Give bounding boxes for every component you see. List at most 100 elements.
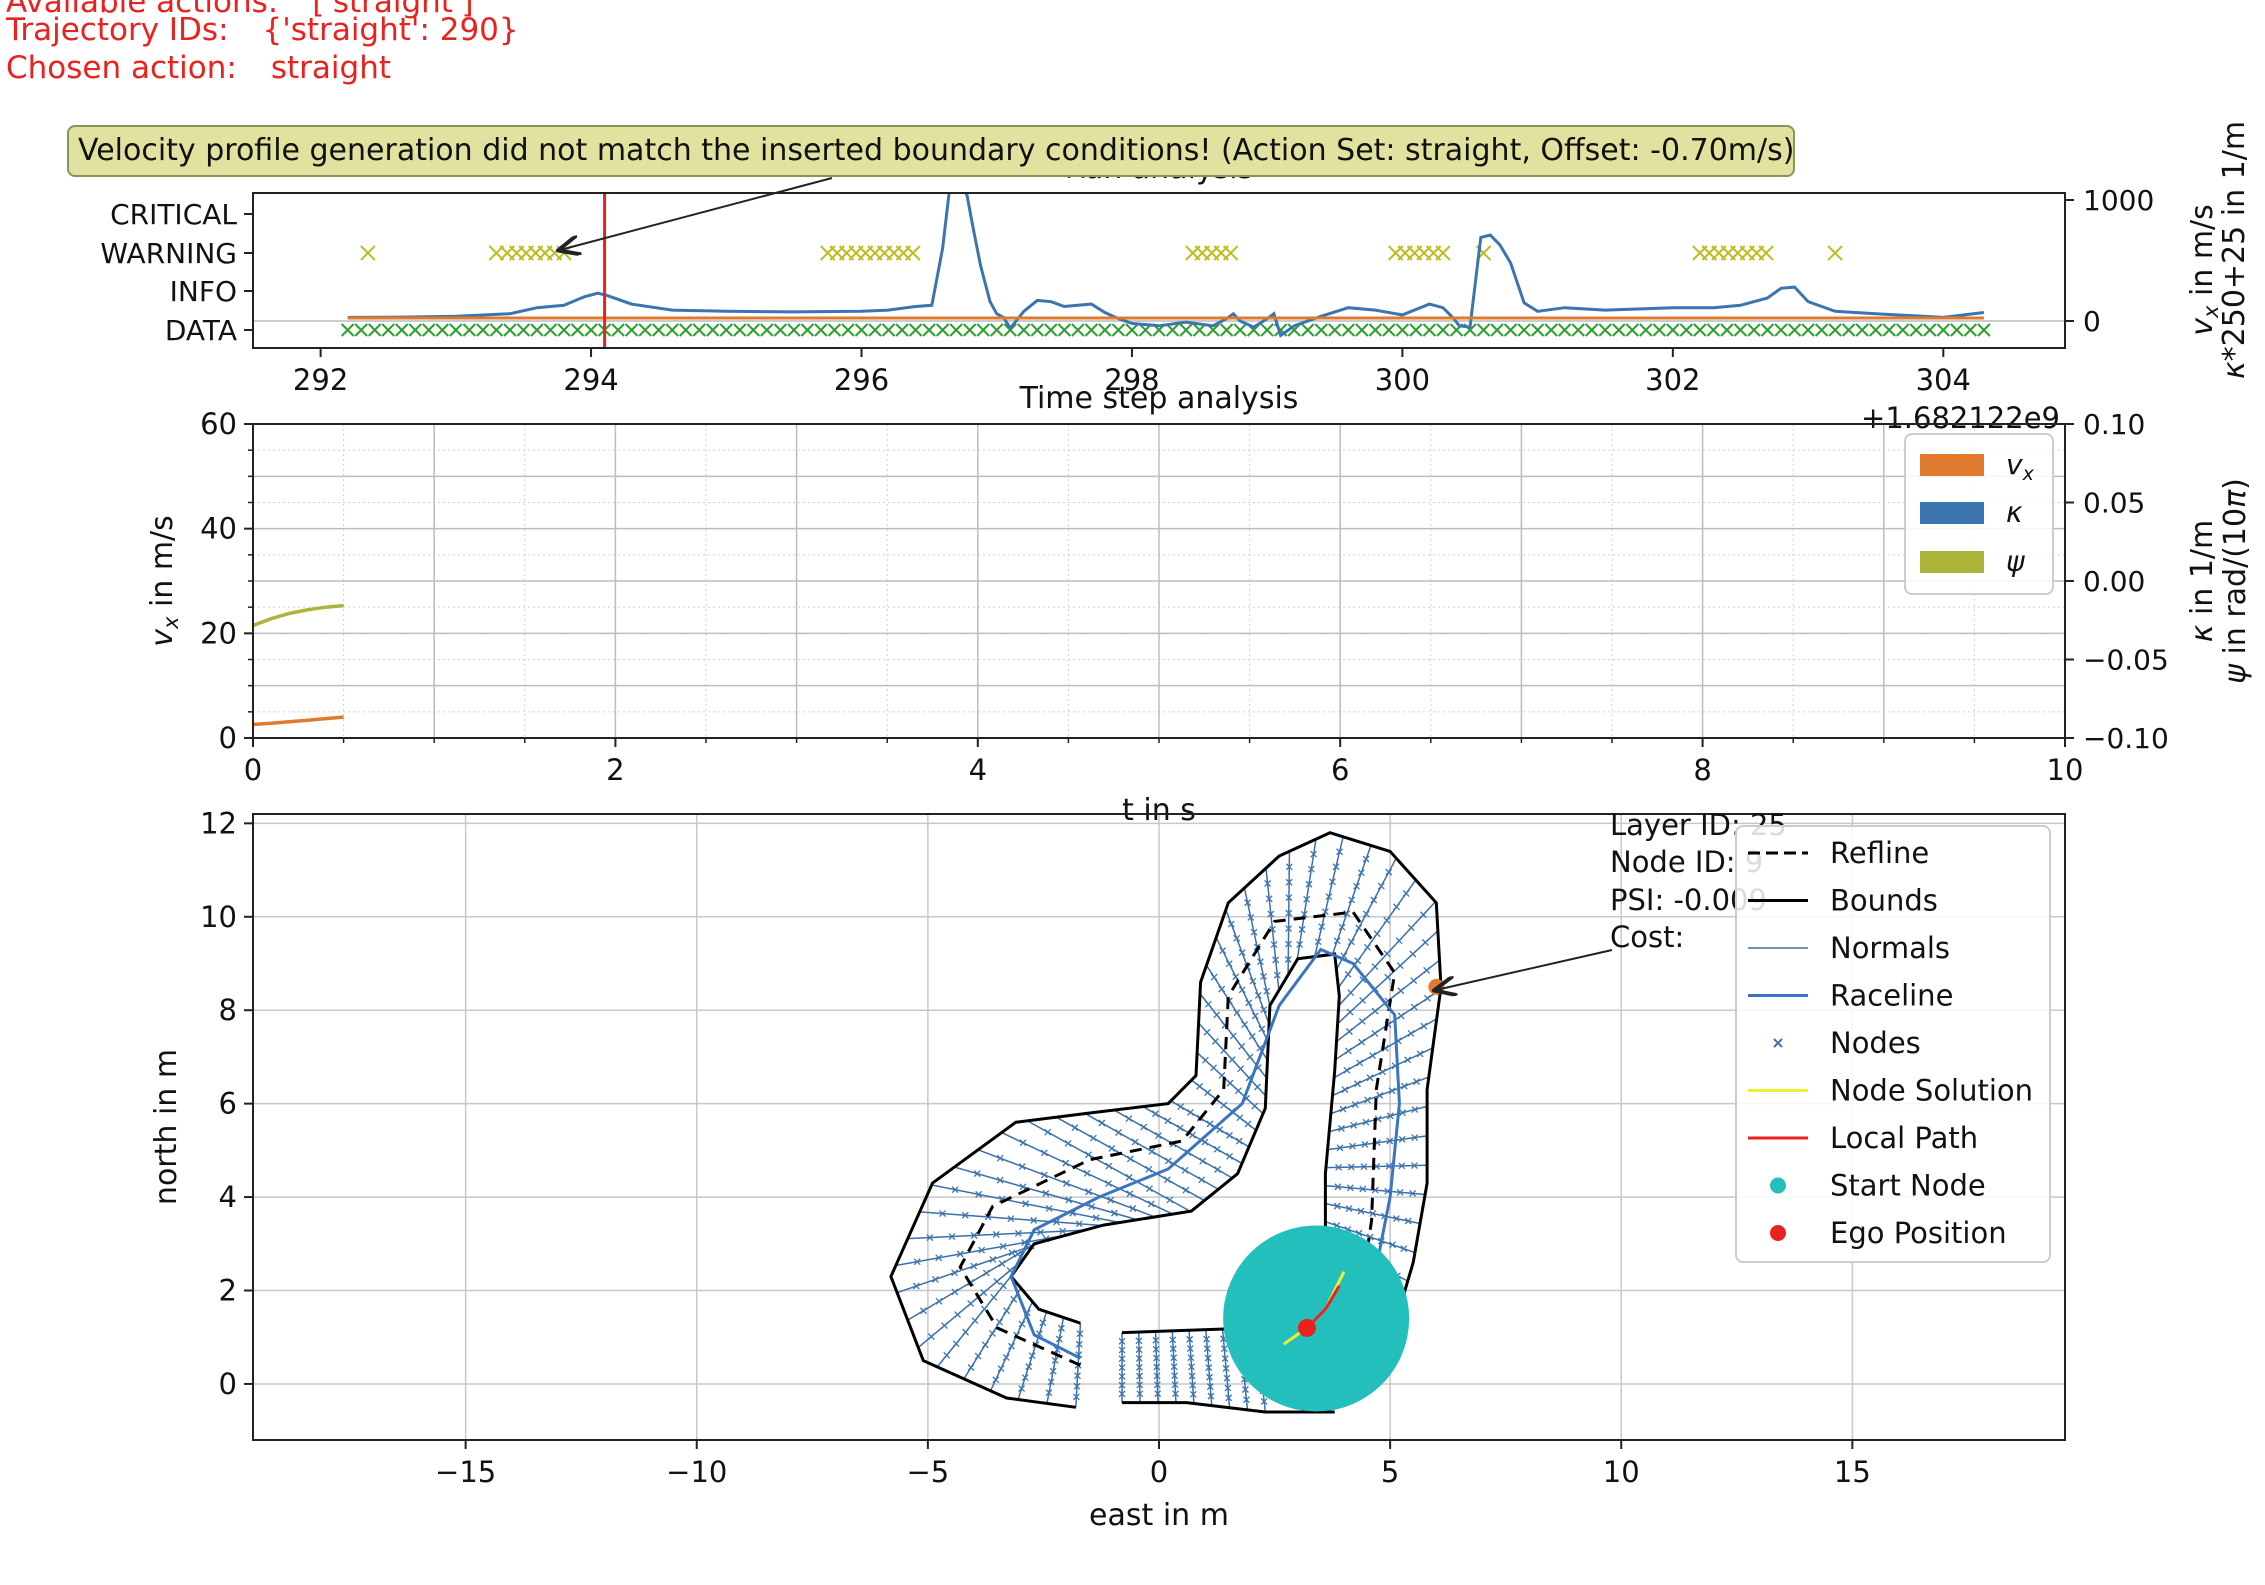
figure-canvas: DATAINFOWARNINGCRITICAL292 294 296 298 300 30… bbox=[67, 121, 2253, 1533]
data-mark bbox=[841, 323, 855, 337]
legend-node-solution-label: Node Solution bbox=[1830, 1074, 2033, 1108]
node-mark bbox=[974, 1352, 982, 1360]
data-mark bbox=[1490, 323, 1504, 337]
time-step-xtick-label: 8 bbox=[1693, 753, 1711, 787]
node-mark bbox=[1226, 1152, 1234, 1160]
track-map-xtick-label: −15 bbox=[435, 1455, 496, 1489]
run-analysis-xtick-label: 292 bbox=[293, 363, 348, 397]
node-mark bbox=[1371, 963, 1379, 971]
legend-normals-label: Normals bbox=[1830, 931, 1950, 965]
data-mark bbox=[503, 323, 517, 337]
run-analysis-xtick-label: 304 bbox=[1916, 363, 1971, 397]
data-mark bbox=[976, 323, 990, 337]
node-mark bbox=[1213, 1011, 1221, 1019]
data-mark bbox=[651, 323, 666, 337]
node-mark bbox=[1064, 1139, 1072, 1147]
data-mark bbox=[1017, 323, 1031, 337]
node-mark bbox=[1214, 1166, 1221, 1173]
node-mark bbox=[1366, 1074, 1374, 1082]
legend-label-psi: ψ bbox=[2006, 545, 2025, 578]
node-mark bbox=[993, 1278, 1001, 1285]
data-mark bbox=[395, 323, 409, 337]
run-analysis-ytick-label: WARNING bbox=[100, 237, 237, 270]
data-mark bbox=[962, 323, 977, 337]
data-mark bbox=[381, 323, 395, 337]
track-map-ytick-label: 4 bbox=[219, 1180, 237, 1214]
data-mark bbox=[1963, 323, 1978, 337]
node-mark bbox=[982, 1269, 990, 1277]
node-mark bbox=[967, 1300, 975, 1307]
node-mark bbox=[1115, 1129, 1122, 1136]
node-mark bbox=[919, 1307, 927, 1315]
data-mark bbox=[1517, 323, 1531, 337]
time-step-series-psi bbox=[253, 603, 344, 628]
legend-local-path-label: Local Path bbox=[1830, 1121, 1978, 1155]
node-mark bbox=[1236, 1114, 1244, 1122]
data-mark bbox=[449, 323, 463, 337]
track-map-ytick-label: 8 bbox=[219, 993, 237, 1027]
node-mark bbox=[1363, 943, 1371, 951]
node-mark bbox=[1218, 985, 1226, 993]
node-mark bbox=[1204, 1000, 1212, 1008]
time-step-right-tick-label: −0.05 bbox=[2083, 644, 2169, 677]
track-map-xtick-label: −10 bbox=[666, 1455, 727, 1489]
node-mark bbox=[1176, 1124, 1184, 1132]
data-mark bbox=[1950, 323, 1964, 337]
node-mark bbox=[1166, 1196, 1174, 1204]
warning-mark bbox=[1827, 245, 1843, 261]
warning-arrow bbox=[560, 177, 833, 250]
data-mark bbox=[679, 323, 693, 337]
node-mark bbox=[1232, 973, 1240, 981]
data-mark bbox=[1301, 323, 1315, 337]
node-mark bbox=[1245, 999, 1253, 1007]
data-mark bbox=[1774, 323, 1788, 337]
data-mark bbox=[1882, 323, 1896, 337]
node-mark bbox=[1071, 1124, 1079, 1132]
data-mark bbox=[1571, 323, 1585, 337]
run-analysis-series-velocity bbox=[347, 193, 1985, 338]
run-analysis-xtick-label: 296 bbox=[834, 363, 889, 397]
data-mark bbox=[1476, 323, 1491, 337]
data-mark bbox=[1503, 323, 1518, 337]
track-map-xtick-label: 10 bbox=[1603, 1455, 1640, 1489]
node-mark bbox=[1402, 889, 1410, 897]
node-mark bbox=[1062, 1159, 1070, 1167]
annotation-cost: Cost: bbox=[1610, 920, 1684, 954]
node-mark bbox=[1177, 1103, 1185, 1111]
node-mark bbox=[1148, 1147, 1156, 1155]
data-mark bbox=[340, 323, 355, 337]
data-mark bbox=[719, 323, 733, 337]
time-step-marks bbox=[253, 603, 344, 727]
node-mark bbox=[1347, 938, 1355, 946]
node-mark bbox=[1226, 1079, 1234, 1087]
node-mark bbox=[1253, 1083, 1261, 1091]
data-mark bbox=[354, 323, 368, 337]
data-mark bbox=[990, 323, 1004, 337]
data-mark bbox=[1693, 323, 1707, 337]
node-mark bbox=[988, 1329, 996, 1337]
node-mark bbox=[1105, 1180, 1112, 1187]
node-mark bbox=[1420, 1022, 1428, 1030]
node-mark bbox=[1341, 1086, 1349, 1094]
node-mark bbox=[1019, 1139, 1027, 1147]
data-mark bbox=[476, 323, 490, 337]
time-step-ytick-label: 60 bbox=[200, 407, 237, 441]
legend-nodes-label: Nodes bbox=[1830, 1026, 1921, 1060]
node-mark bbox=[1146, 1185, 1153, 1193]
node-mark bbox=[1098, 1119, 1106, 1127]
node-mark bbox=[1210, 973, 1218, 981]
run-analysis-axes: DATAINFOWARNINGCRITICAL292 294 296 298 300 30… bbox=[100, 184, 2154, 397]
data-mark bbox=[1544, 323, 1558, 337]
data-mark bbox=[1666, 323, 1680, 337]
warning-mark bbox=[1758, 245, 1774, 261]
node-mark bbox=[1383, 916, 1391, 924]
legend-ego-position-swatch bbox=[1770, 1225, 1786, 1241]
node-mark bbox=[1182, 1186, 1190, 1194]
data-mark bbox=[1382, 323, 1396, 337]
data-mark bbox=[638, 323, 652, 337]
track-map-xtick-label: 0 bbox=[1150, 1455, 1168, 1489]
data-mark bbox=[868, 323, 882, 337]
data-mark bbox=[1625, 323, 1639, 337]
warning-text: Velocity profile generation did not matc… bbox=[78, 133, 1794, 168]
data-mark bbox=[1747, 323, 1761, 337]
